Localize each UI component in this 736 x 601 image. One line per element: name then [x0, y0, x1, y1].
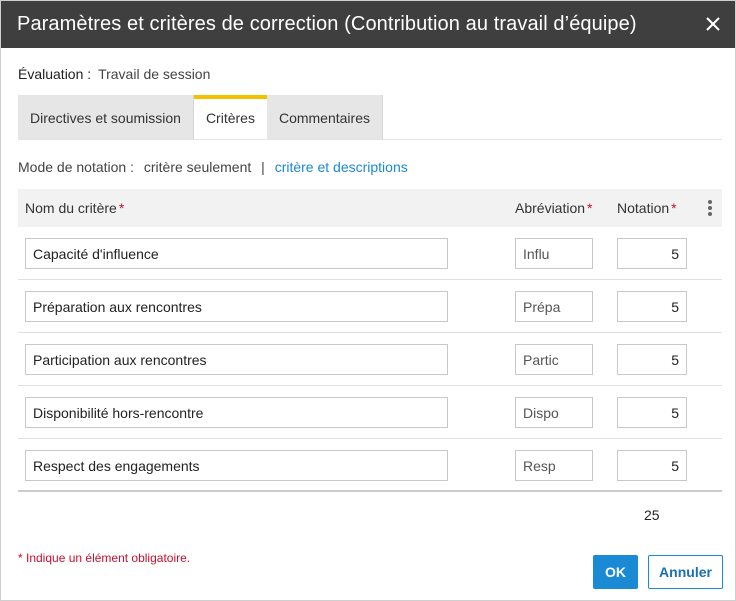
evaluation-info: Évaluation : Travail de session: [18, 66, 210, 82]
dialog-header: Paramètres et critères de correction (Co…: [1, 1, 735, 48]
tab-commentaires[interactable]: Commentaires: [266, 95, 383, 140]
dialog-title: Paramètres et critères de correction (Co…: [17, 13, 637, 35]
table-row: Disponibilité hors-rencontre Dispo 5: [18, 386, 722, 439]
criterion-notation-input[interactable]: 5: [617, 450, 687, 481]
criterion-notation-input[interactable]: 5: [617, 397, 687, 428]
grading-mode-separator: |: [261, 159, 265, 175]
criterion-notation-input[interactable]: 5: [617, 291, 687, 322]
evaluation-label: Évaluation :: [18, 66, 92, 82]
criterion-name-input[interactable]: Préparation aux rencontres: [25, 291, 448, 322]
grading-mode-criteria-descriptions-link[interactable]: critère et descriptions: [275, 159, 408, 175]
criterion-notation-input[interactable]: 5: [617, 344, 687, 375]
criteria-table-body: Capacité d'influence Influ 5 Préparation…: [18, 227, 722, 492]
criterion-abbreviation-input[interactable]: Resp: [515, 450, 593, 481]
criterion-name-input[interactable]: Respect des engagements: [25, 450, 448, 481]
tabs-divider: [18, 139, 722, 140]
column-header-name: Nom du critère *: [25, 200, 125, 216]
criterion-name-input[interactable]: Disponibilité hors-rencontre: [25, 397, 448, 428]
grading-mode-label: Mode de notation :: [18, 159, 134, 175]
close-button[interactable]: [703, 14, 723, 34]
table-row: Respect des engagements Resp 5: [18, 439, 722, 492]
required-footnote: * Indique un élément obligatoire.: [18, 551, 191, 565]
criterion-abbreviation-input[interactable]: Prépa: [515, 291, 593, 322]
table-row: Préparation aux rencontres Prépa 5: [18, 280, 722, 333]
grading-mode: Mode de notation : critère seulement | c…: [18, 159, 408, 175]
grading-settings-dialog: Paramètres et critères de correction (Co…: [0, 0, 736, 601]
tab-criteres[interactable]: Critères: [193, 95, 267, 140]
close-icon: [706, 17, 720, 31]
criterion-abbreviation-input[interactable]: Dispo: [515, 397, 593, 428]
criterion-name-input[interactable]: Capacité d'influence: [25, 238, 448, 269]
table-row: Participation aux rencontres Partic 5: [18, 333, 722, 386]
column-header-notation: Notation *: [617, 200, 677, 216]
criterion-abbreviation-input[interactable]: Influ: [515, 238, 593, 269]
kebab-menu-icon[interactable]: [706, 200, 714, 216]
evaluation-value: Travail de session: [98, 66, 211, 82]
grading-mode-criteria-only[interactable]: critère seulement: [144, 159, 251, 175]
cancel-button[interactable]: Annuler: [648, 555, 723, 589]
tab-bar: Directives et soumission Critères Commen…: [18, 95, 383, 140]
criteria-table-header: Nom du critère * Abréviation * Notation *: [18, 189, 722, 227]
criterion-name-input[interactable]: Participation aux rencontres: [25, 344, 448, 375]
ok-button[interactable]: OK: [593, 555, 638, 589]
criterion-notation-input[interactable]: 5: [617, 238, 687, 269]
tab-directives[interactable]: Directives et soumission: [18, 95, 194, 140]
table-row: Capacité d'influence Influ 5: [18, 227, 722, 280]
notation-total: 25: [644, 507, 660, 523]
column-header-abbreviation: Abréviation *: [515, 200, 593, 216]
criterion-abbreviation-input[interactable]: Partic: [515, 344, 593, 375]
